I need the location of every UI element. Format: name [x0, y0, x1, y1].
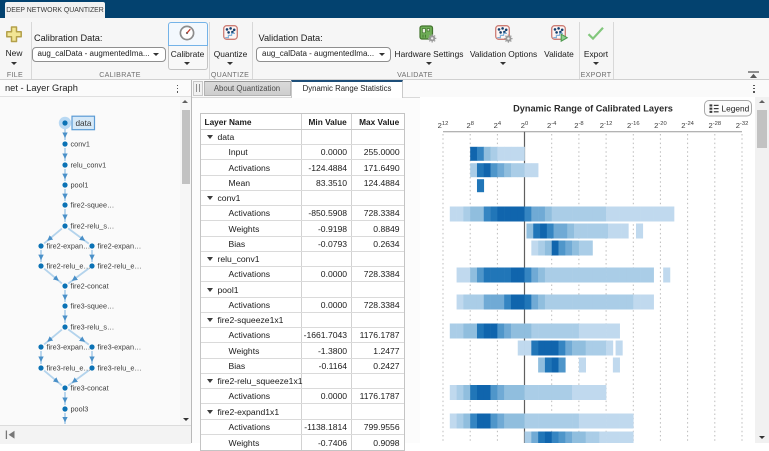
- svg-text:relu_conv1: relu_conv1: [71, 161, 107, 170]
- svg-text:fire3-concat: fire3-concat: [71, 384, 109, 393]
- svg-text:pool3: pool3: [71, 405, 89, 414]
- svg-text:fire2-squee…: fire2-squee…: [71, 201, 115, 210]
- svg-text:pool1: pool1: [71, 181, 89, 190]
- svg-text:Legend: Legend: [722, 104, 750, 114]
- svg-text:fire3-relu_e…: fire3-relu_e…: [98, 364, 142, 373]
- svg-text:fire3-relu_s…: fire3-relu_s…: [71, 323, 115, 332]
- svg-text:conv1: conv1: [71, 140, 90, 149]
- svg-text:fire2-relu_e…: fire2-relu_e…: [47, 262, 91, 271]
- svg-text:fire3-squee…: fire3-squee…: [71, 302, 115, 311]
- svg-text:fire2-expan…: fire2-expan…: [47, 242, 91, 251]
- svg-text:fire3-relu_e…: fire3-relu_e…: [47, 364, 91, 373]
- svg-text:fire2-relu_e…: fire2-relu_e…: [98, 262, 142, 271]
- svg-text:Dynamic Range of Calibrated La: Dynamic Range of Calibrated Layers: [513, 104, 673, 114]
- svg-text:data: data: [76, 119, 92, 128]
- svg-text:fire2-concat: fire2-concat: [71, 282, 109, 291]
- svg-text:fire2-relu_s…: fire2-relu_s…: [71, 222, 115, 231]
- svg-text:fire3-expan…: fire3-expan…: [98, 343, 142, 352]
- svg-text:fire2-expan…: fire2-expan…: [98, 242, 142, 251]
- svg-text:fire3-expan…: fire3-expan…: [47, 343, 91, 352]
